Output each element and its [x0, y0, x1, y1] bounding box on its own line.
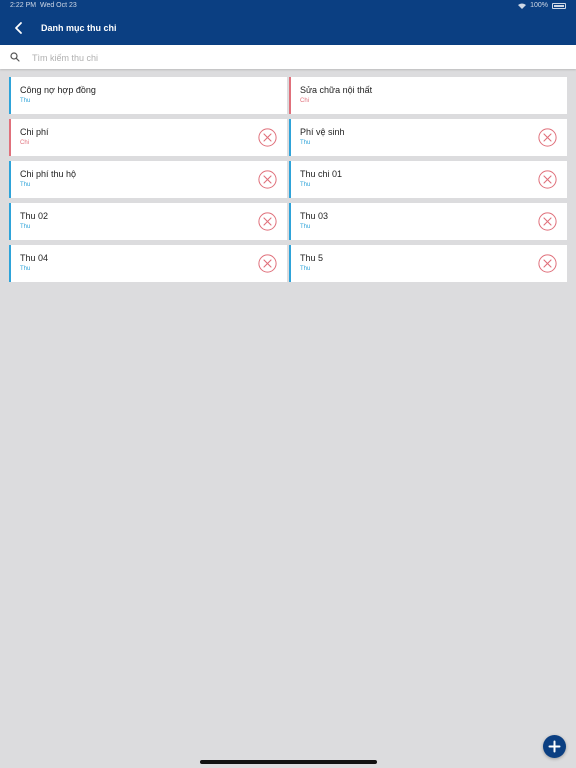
category-name: Thu 5 — [300, 253, 324, 263]
search-bar — [0, 45, 576, 69]
chevron-left-icon[interactable] — [12, 21, 26, 35]
category-type: Thu — [20, 224, 31, 230]
delete-circle-x-icon[interactable] — [538, 212, 557, 231]
delete-circle-x-icon[interactable] — [258, 254, 277, 273]
plus-icon — [548, 740, 561, 753]
category-name: Chi phí thu hộ — [20, 169, 77, 179]
delete-circle-x-icon[interactable] — [538, 170, 557, 189]
status-right: 100% — [518, 2, 566, 9]
category-name: Chi phí — [20, 127, 49, 137]
category-type: Thu — [300, 140, 311, 146]
category-card[interactable]: Phí vệ sinh Thu — [289, 119, 567, 156]
category-card[interactable]: Thu chi 01 Thu — [289, 161, 567, 198]
delete-circle-x-icon[interactable] — [538, 128, 557, 147]
category-card[interactable]: Sửa chữa nội thất Chi — [289, 77, 567, 114]
category-card[interactable]: Thu 04 Thu — [9, 245, 287, 282]
category-card[interactable]: Thu 03 Thu — [289, 203, 567, 240]
category-name: Công nợ hợp đồng — [20, 85, 96, 95]
category-card[interactable]: Chi phí Chi — [9, 119, 287, 156]
wifi-icon — [518, 3, 527, 9]
battery-percent: 100% — [530, 2, 548, 9]
category-name: Thu 02 — [20, 211, 49, 221]
search-input[interactable] — [30, 49, 554, 67]
category-type: Thu — [300, 224, 311, 230]
category-name: Thu 04 — [20, 253, 49, 263]
add-category-button[interactable] — [543, 735, 566, 758]
category-type: Thu — [20, 266, 31, 272]
category-type: Thu — [20, 98, 31, 104]
category-name: Sửa chữa nội thất — [300, 85, 373, 95]
nav-bar: Danh mục thu chi — [0, 12, 576, 45]
category-name: Thu chi 01 — [300, 169, 343, 179]
status-time: 2:22 PM Wed Oct 23 — [10, 2, 77, 9]
delete-circle-x-icon[interactable] — [258, 128, 277, 147]
status-bar: 2:22 PM Wed Oct 23 100% — [0, 0, 576, 12]
category-card[interactable]: Thu 5 Thu — [289, 245, 567, 282]
category-card[interactable]: Chi phí thu hộ Thu — [9, 161, 287, 198]
search-icon — [10, 52, 20, 62]
category-card[interactable]: Thu 02 Thu — [9, 203, 287, 240]
category-type: Thu — [300, 266, 311, 272]
home-indicator — [200, 760, 377, 764]
delete-circle-x-icon[interactable] — [258, 170, 277, 189]
category-name: Phí vệ sinh — [300, 127, 345, 137]
delete-circle-x-icon[interactable] — [258, 212, 277, 231]
battery-icon — [552, 2, 566, 9]
category-type: Thu — [300, 182, 311, 188]
category-type: Chi — [300, 98, 310, 104]
category-grid: Công nợ hợp đồng Thu Sửa chữa nội thất Chi C… — [9, 77, 567, 282]
category-type: Thu — [20, 182, 31, 188]
category-name: Thu 03 — [300, 211, 329, 221]
page-title: Danh mục thu chi — [41, 23, 117, 33]
category-type: Chi — [20, 140, 30, 146]
delete-circle-x-icon[interactable] — [538, 254, 557, 273]
category-card[interactable]: Công nợ hợp đồng Thu — [9, 77, 287, 114]
